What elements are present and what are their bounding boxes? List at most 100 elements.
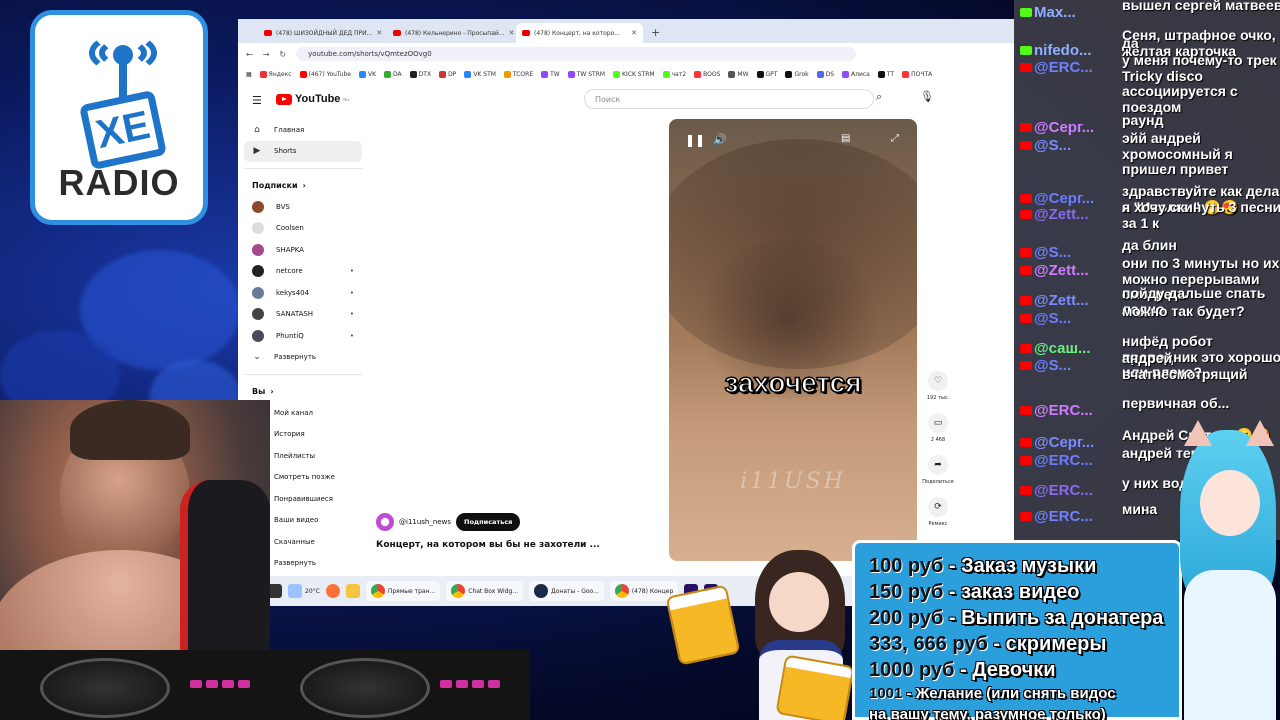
browser-tab-active[interactable]: (478) Концерт, на которо... ✕ xyxy=(516,23,643,43)
bookmark-item[interactable]: (467) YouTube xyxy=(299,70,351,78)
back-icon[interactable]: ← xyxy=(246,50,253,59)
chat-author: Max... xyxy=(1020,4,1076,21)
shorts-video-player[interactable]: ❚❚ 🔊 ▤ ⤢ захочется i11USH xyxy=(669,119,917,561)
taskbar-app[interactable]: Прямые тран... xyxy=(365,581,441,601)
chat-author: @Серг... xyxy=(1020,119,1094,136)
sidebar-label: Скачанные xyxy=(274,537,315,546)
donation-description: - заказ видео xyxy=(943,581,1080,603)
bookmark-item[interactable]: Алиса xyxy=(842,70,870,78)
firefox-app[interactable] xyxy=(325,584,340,598)
bookmark-item[interactable]: DTX xyxy=(409,70,431,78)
bookmark-item[interactable]: BOOS xyxy=(694,70,720,78)
forward-icon[interactable]: → xyxy=(263,50,270,59)
video-title[interactable]: Концерт, на котором вы бы не захотели ..… xyxy=(376,540,600,550)
sidebar-channel[interactable]: SANATASH • xyxy=(244,304,362,326)
chat-message: да xyxy=(1122,35,1139,51)
bookmarks-bar: ▦ Яндекс (467) YouTube VK DA DTX DP VK S… xyxy=(238,65,1014,83)
bookmark-item[interactable]: VK STM xyxy=(464,70,496,78)
bookmark-item[interactable]: TCORE xyxy=(503,70,533,78)
like-button[interactable]: ♡ 192 тыс. xyxy=(918,371,958,413)
chat-message: вышел сергей матвеев xyxy=(1122,0,1280,13)
close-tab-icon[interactable]: ✕ xyxy=(631,29,637,37)
bookmark-item[interactable]: чат2 xyxy=(662,70,686,78)
donation-tier: 1001 - Желание (или снять видос xyxy=(869,683,1179,704)
you-header[interactable]: Вы › xyxy=(244,380,362,402)
chat-username: @S... xyxy=(1034,243,1072,261)
bookmark-item[interactable]: DA xyxy=(384,70,402,78)
youtube-logo[interactable]: YouTube RU xyxy=(276,93,349,105)
subscribe-button[interactable]: Подписаться xyxy=(456,513,521,531)
sidebar-label: Главная xyxy=(274,125,305,134)
bookmark-item[interactable]: ПОЧТА xyxy=(902,70,932,78)
donation-description: - Заказ музыки xyxy=(943,555,1097,577)
remix-button[interactable]: ⟳ Ремикс xyxy=(918,497,958,539)
donation-tier: 200 руб - Выпить за донатера xyxy=(869,605,1179,631)
explorer-app[interactable] xyxy=(345,584,360,598)
task-view-button[interactable] xyxy=(268,584,282,598)
weather-widget[interactable]: 20°C xyxy=(288,584,320,598)
beer-mug-icon xyxy=(775,654,855,720)
comment-count: 2 468 xyxy=(930,437,946,443)
search-icon[interactable]: ⌕ xyxy=(876,90,882,104)
share-button[interactable]: ➦ Поделиться xyxy=(918,455,958,497)
bookmark-item[interactable]: VK xyxy=(358,70,376,78)
mascot-face xyxy=(769,572,829,632)
bookmark-item[interactable]: KICK STRM xyxy=(613,70,655,78)
url-field[interactable]: youtube.com/shorts/vQmtezOOvg0 xyxy=(296,47,857,61)
sidebar-item-home[interactable]: ⌂ Главная xyxy=(244,119,362,141)
comments-button[interactable]: ▭ 2 468 xyxy=(918,413,958,455)
youtube-icon xyxy=(1020,485,1032,495)
channel-avatar[interactable] xyxy=(376,513,394,531)
bookmark-item[interactable]: TW STRM xyxy=(567,70,605,78)
subscriptions-header[interactable]: Подписки › xyxy=(244,174,362,196)
bookmark-item[interactable]: TW xyxy=(541,70,560,78)
channel-name: PhuntiQ xyxy=(276,331,304,340)
close-tab-icon[interactable]: ✕ xyxy=(509,29,514,37)
youtube-icon xyxy=(1020,247,1032,257)
chat-username: @Zett... xyxy=(1034,291,1089,309)
captions-icon[interactable]: ▤ xyxy=(841,133,850,144)
bookmark-item[interactable]: MW xyxy=(728,70,749,78)
browser-tab[interactable]: (478) Кельнерино - Просыпай... ✕ xyxy=(387,23,514,43)
dj-controller xyxy=(0,650,530,720)
bookmark-item[interactable]: GPT xyxy=(756,70,777,78)
sidebar-channel[interactable]: kekys404 • xyxy=(244,282,362,304)
bookmark-item[interactable]: DS xyxy=(816,70,834,78)
video-caption: захочется xyxy=(724,366,863,399)
chrome-icon xyxy=(614,584,629,598)
hamburger-menu-icon[interactable]: ☰ xyxy=(252,94,262,107)
channel-handle[interactable]: @i11ush_news xyxy=(399,518,451,526)
sidebar-channel[interactable]: SHAPKA xyxy=(244,239,362,261)
sidebar-label: Shorts xyxy=(274,147,297,156)
bookmark-item[interactable]: Grok xyxy=(785,70,809,78)
performance-pad xyxy=(488,680,500,688)
new-tab-button[interactable]: + xyxy=(645,26,666,43)
browser-tab[interactable]: (478) ШИЗОЙДНЫЙ ДЕД ПРИ... ✕ xyxy=(258,23,385,43)
taskbar-app[interactable]: Донаты - Goo... xyxy=(529,581,604,601)
sidebar-channel[interactable]: PhuntiQ • xyxy=(244,325,362,347)
donation-tier: на вашу тему, разумное только) xyxy=(869,704,1179,720)
volume-icon[interactable]: 🔊 xyxy=(713,133,727,146)
donation-tier: 150 руб - заказ видео xyxy=(869,579,1179,605)
bookmark-item[interactable]: TT xyxy=(877,70,894,78)
search-input[interactable]: Поиск xyxy=(584,89,874,109)
bookmark-item[interactable]: Яндекс xyxy=(259,70,292,78)
tab-label: (478) Концерт, на которо... xyxy=(534,29,620,37)
taskbar-app[interactable]: Chat Box Widg... xyxy=(446,581,524,601)
sidebar-label: Ваши видео xyxy=(274,516,319,525)
bookmark-item[interactable]: DP xyxy=(439,70,456,78)
sidebar-channel[interactable]: Coolsen xyxy=(244,218,362,240)
sidebar-channel[interactable]: netcore • xyxy=(244,261,362,283)
chat-author: @Zett... xyxy=(1020,291,1089,309)
apps-icon[interactable]: ▦ xyxy=(246,71,252,78)
sidebar-channel[interactable]: BVS xyxy=(244,196,362,218)
close-tab-icon[interactable]: ✕ xyxy=(376,29,382,37)
fullscreen-icon[interactable]: ⤢ xyxy=(891,133,899,144)
sidebar-expand[interactable]: ⌄ Развернуть xyxy=(244,347,362,369)
video-channel: @i11ush_news Подписаться xyxy=(376,513,521,531)
donation-description: - Желание (или снять видос xyxy=(902,685,1116,702)
sidebar-item-shorts[interactable]: ▶ Shorts xyxy=(244,140,362,162)
pause-icon[interactable]: ❚❚ xyxy=(685,133,705,147)
reload-icon[interactable]: ↻ xyxy=(279,50,286,59)
microphone-icon[interactable]: 🎙 xyxy=(920,90,934,103)
